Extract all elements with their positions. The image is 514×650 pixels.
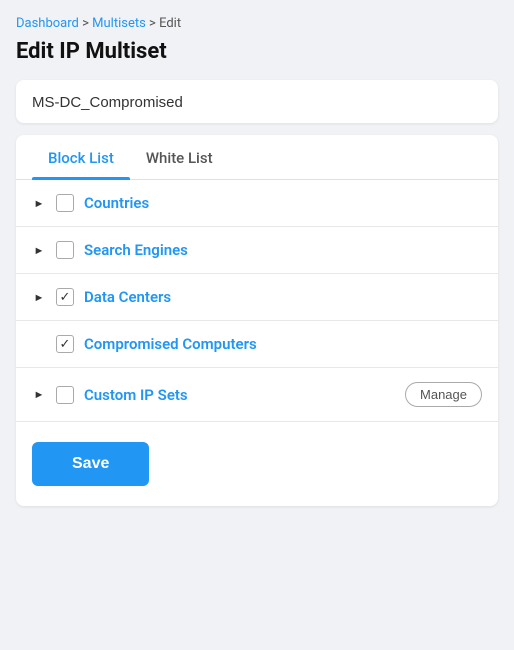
multiset-name-input[interactable] [32, 94, 482, 111]
checkbox-compromised-computers[interactable]: ✓ [56, 335, 74, 353]
main-card: Block List White List ► Countries ► Sear… [16, 135, 498, 506]
checkbox-search-engines[interactable] [56, 241, 74, 259]
chevron-countries[interactable]: ► [32, 196, 46, 210]
label-custom-ip-sets: Custom IP Sets [84, 386, 395, 404]
page-title: Edit IP Multiset [16, 39, 498, 64]
list-item-data-centers: ► ✓ Data Centers [16, 274, 498, 321]
breadcrumb-multisets[interactable]: Multisets [92, 16, 146, 31]
checkmark-data-centers: ✓ [60, 291, 71, 304]
save-section: Save [16, 422, 498, 506]
name-input-container [16, 80, 498, 123]
list-item-custom-ip-sets: ► Custom IP Sets Manage [16, 368, 498, 422]
list-item-compromised-computers: ✓ Compromised Computers [16, 321, 498, 368]
manage-button[interactable]: Manage [405, 382, 482, 407]
save-button[interactable]: Save [32, 442, 149, 486]
label-compromised-computers: Compromised Computers [84, 335, 482, 353]
checkbox-custom-ip-sets[interactable] [56, 386, 74, 404]
label-countries: Countries [84, 194, 482, 212]
chevron-search-engines[interactable]: ► [32, 243, 46, 257]
breadcrumb: Dashboard > Multisets > Edit [16, 16, 498, 31]
breadcrumb-current: Edit [159, 16, 181, 31]
chevron-data-centers[interactable]: ► [32, 290, 46, 304]
label-search-engines: Search Engines [84, 241, 482, 259]
checkbox-data-centers[interactable]: ✓ [56, 288, 74, 306]
checkbox-countries[interactable] [56, 194, 74, 212]
list-item-search-engines: ► Search Engines [16, 227, 498, 274]
breadcrumb-dashboard[interactable]: Dashboard [16, 16, 79, 31]
chevron-custom-ip-sets[interactable]: ► [32, 388, 46, 402]
tab-white-list[interactable]: White List [130, 135, 229, 179]
label-data-centers: Data Centers [84, 288, 482, 306]
list-item-countries: ► Countries [16, 180, 498, 227]
tabs-container: Block List White List [16, 135, 498, 180]
checkmark-compromised-computers: ✓ [60, 338, 71, 351]
tab-block-list[interactable]: Block List [32, 135, 130, 179]
